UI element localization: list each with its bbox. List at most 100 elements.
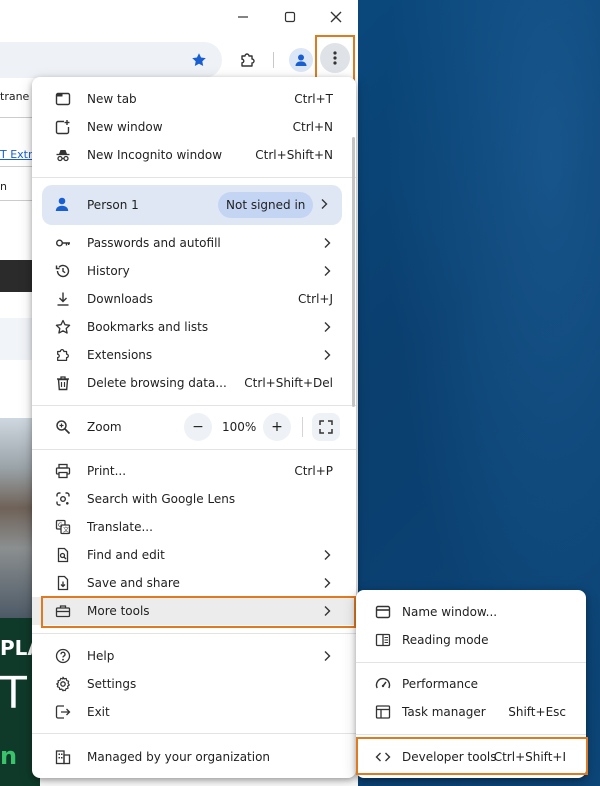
submenu-item-performance[interactable]: Performance (356, 670, 586, 698)
magnifier-icon (54, 418, 72, 436)
menu-item-label: Delete browsing data... (87, 376, 227, 390)
menu-item-label: Reading mode (402, 633, 489, 647)
menu-scrollbar[interactable] (352, 137, 355, 407)
menu-item-label: Help (87, 649, 115, 663)
menu-item-find-edit[interactable]: Find and edit (32, 541, 356, 569)
chrome-menu-button[interactable] (315, 35, 355, 81)
maximize-icon[interactable] (279, 6, 301, 28)
menu-item-passwords[interactable]: Passwords and autofill (32, 229, 356, 257)
chevron-right-icon (322, 264, 332, 278)
download-icon (54, 290, 72, 308)
menu-item-delete-browsing-data[interactable]: Delete browsing data... Ctrl+Shift+Del (32, 369, 356, 397)
menu-item-label: Zoom (87, 420, 122, 434)
zoom-out-button[interactable]: − (184, 413, 212, 441)
menu-item-label: Passwords and autofill (87, 236, 221, 250)
menu-item-label: Managed by your organization (87, 750, 271, 764)
zoom-level: 100% (222, 420, 257, 434)
chrome-main-menu: New tab Ctrl+T New window Ctrl+N New Inc… (32, 77, 356, 778)
submenu-item-name-window[interactable]: Name window... (356, 598, 586, 626)
menu-item-managed[interactable]: Managed by your organization (32, 743, 356, 771)
chevron-right-icon (322, 649, 332, 663)
menu-separator (32, 405, 356, 406)
profile-name: Person 1 (87, 198, 139, 212)
trash-icon (54, 374, 72, 392)
menu-item-history[interactable]: History (32, 257, 356, 285)
menu-separator (356, 734, 586, 735)
puzzle-icon (54, 346, 72, 364)
more-tools-highlight (41, 596, 356, 628)
menu-item-label: Settings (87, 677, 137, 691)
menu-item-shortcut: Ctrl+P (294, 464, 333, 478)
menu-item-help[interactable]: Help (32, 642, 356, 670)
menu-separator (32, 449, 356, 450)
menu-item-extensions[interactable]: Extensions (32, 341, 356, 369)
menu-item-new-incognito[interactable]: New Incognito window Ctrl+Shift+N (32, 141, 356, 169)
menu-item-label: Search with Google Lens (87, 492, 236, 506)
menu-item-shortcut: Ctrl+T (294, 92, 333, 106)
menu-item-label: Bookmarks and lists (87, 320, 209, 334)
menu-separator (32, 733, 356, 734)
menu-item-google-lens[interactable]: Search with Google Lens (32, 485, 356, 513)
chevron-right-icon (322, 320, 332, 334)
window-icon (374, 603, 392, 621)
key-icon (54, 234, 72, 252)
menu-item-shortcut: Ctrl+Shift+Del (244, 376, 333, 390)
page-text-fragment: trane (0, 90, 30, 103)
menu-separator (32, 177, 356, 178)
speedometer-icon (374, 675, 392, 693)
minimize-icon[interactable] (232, 6, 254, 28)
fullscreen-icon (319, 420, 333, 434)
menu-item-exit[interactable]: Exit (32, 698, 356, 726)
menu-item-shortcut: Shift+Esc (508, 705, 566, 719)
chevron-right-icon (322, 548, 332, 562)
star-outline-icon (54, 318, 72, 336)
menu-item-settings[interactable]: Settings (32, 670, 356, 698)
puzzle-icon[interactable] (236, 48, 260, 72)
menu-separator (32, 633, 356, 634)
new-window-icon (54, 118, 72, 136)
translate-icon: G文 (54, 518, 72, 536)
zoom-in-button[interactable]: + (263, 413, 291, 441)
menu-item-print[interactable]: Print... Ctrl+P (32, 457, 356, 485)
menu-item-bookmarks[interactable]: Bookmarks and lists (32, 313, 356, 341)
task-manager-icon (374, 703, 392, 721)
menu-item-label: New Incognito window (87, 148, 223, 162)
submenu-item-reading-mode[interactable]: Reading mode (356, 626, 586, 654)
menu-item-shortcut: Ctrl+N (292, 120, 333, 134)
fullscreen-button[interactable] (312, 413, 340, 441)
menu-item-downloads[interactable]: Downloads Ctrl+J (32, 285, 356, 313)
three-dots-vertical-icon (320, 43, 350, 73)
person-icon[interactable] (289, 48, 313, 72)
menu-item-label: New tab (87, 92, 137, 106)
menu-item-shortcut: Ctrl+J (298, 292, 333, 306)
printer-icon (54, 462, 72, 480)
menu-item-label: Translate... (87, 520, 153, 534)
page-divider (0, 166, 36, 167)
menu-item-new-tab[interactable]: New tab Ctrl+T (32, 85, 356, 113)
exit-icon (54, 703, 72, 721)
menu-item-save-share[interactable]: Save and share (32, 569, 356, 597)
menu-profile-row[interactable]: Person 1 Not signed in (42, 185, 342, 225)
close-icon[interactable] (325, 6, 347, 28)
menu-item-label: History (87, 264, 130, 278)
menu-item-translate[interactable]: G文 Translate... (32, 513, 356, 541)
menu-item-label: Task manager (402, 705, 486, 719)
lens-icon (54, 490, 72, 508)
find-page-icon (54, 546, 72, 564)
page-banner-text: n (0, 742, 18, 770)
page-banner-text: T (0, 668, 27, 719)
developer-tools-highlight (356, 737, 588, 775)
submenu-item-task-manager[interactable]: Task manager Shift+Esc (356, 698, 586, 726)
history-icon (54, 262, 72, 280)
chevron-right-icon (322, 576, 332, 590)
menu-item-new-window[interactable]: New window Ctrl+N (32, 113, 356, 141)
menu-item-label: Find and edit (87, 548, 165, 562)
menu-item-label: Save and share (87, 576, 180, 590)
svg-text:文: 文 (63, 526, 69, 534)
reading-mode-icon (374, 631, 392, 649)
menu-item-label: Performance (402, 677, 479, 691)
person-icon (54, 196, 70, 212)
page-text-fragment: n (0, 180, 7, 193)
zoom-divider (302, 417, 303, 437)
star-icon[interactable] (187, 48, 211, 72)
